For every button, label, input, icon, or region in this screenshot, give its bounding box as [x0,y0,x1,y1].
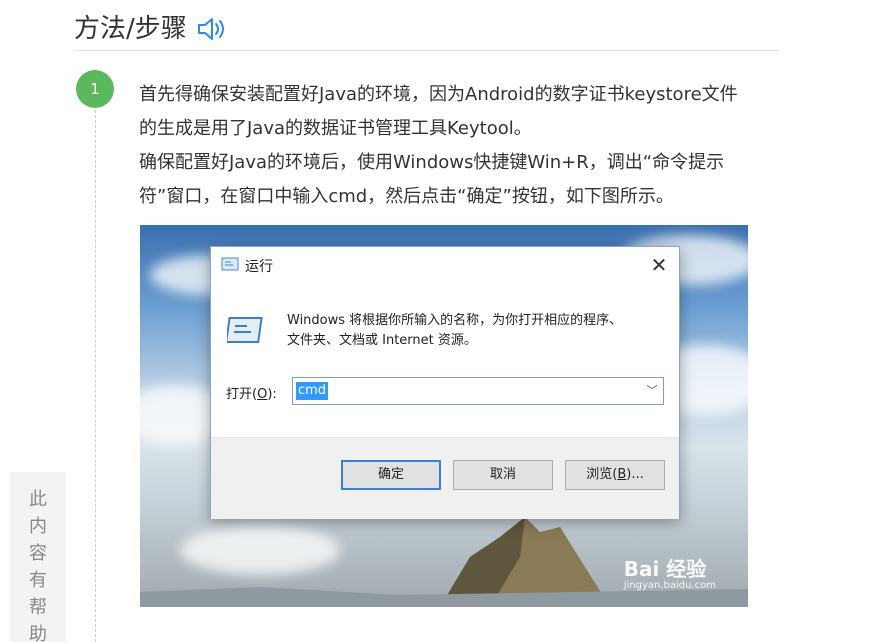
step-text-line: 确保配置好Java的环境后，使用Windows快捷键Win+R，调出“命令提示 [139,152,725,173]
run-app-icon [227,317,263,343]
open-field-label: 打开(O): [226,387,277,402]
step-number-badge: 1 [76,70,114,108]
dialog-title: 运行 [245,259,273,275]
open-input-value[interactable]: cmd [296,382,329,400]
helpful-feedback-label: 此 内 容 有 帮 助 [29,489,47,642]
dialog-titlebar: 运行 ✕ [211,247,679,283]
ok-button[interactable]: 确定 [341,460,441,490]
watermark-url: jingyan.baidu.com [623,580,716,591]
description-line: 文件夹、文档或 Internet 资源。 [287,333,477,348]
baidu-jingyan-watermark: Bai 经验 jingyan.baidu.com [624,553,716,591]
speaker-icon[interactable] [196,14,232,44]
description-line: Windows 将根据你所输入的名称，为你打开相应的程序、 [287,313,623,328]
dialog-button-bar: 确定 取消 浏览(B)... [211,437,679,519]
open-combobox[interactable]: cmd ﹀ [292,377,664,405]
step-text-line: 符”窗口，在窗口中输入cmd，然后点击“确定”按钮，如下图所示。 [139,186,674,207]
browse-button[interactable]: 浏览(B)... [565,460,665,490]
run-app-icon [221,257,239,271]
run-dialog: 运行 ✕ Windows 将根据你所输入的名称，为你打开相应的程序、 文件夹、文… [210,246,680,519]
dialog-description: Windows 将根据你所输入的名称，为你打开相应的程序、 文件夹、文档或 In… [287,311,622,351]
step-text-line: 的生成是用了Java的数据证书管理工具Keytool。 [139,118,532,139]
cancel-button[interactable]: 取消 [453,460,553,490]
step-screenshot: 运行 ✕ Windows 将根据你所输入的名称，为你打开相应的程序、 文件夹、文… [140,225,748,607]
helpful-feedback-tab[interactable]: 此 内 容 有 帮 助 [10,472,66,642]
step-description: 首先得确保安装配置好Java的环境，因为Android的数字证书keystore… [139,78,784,214]
chevron-down-icon[interactable]: ﹀ [645,382,659,400]
step-text-line: 首先得确保安装配置好Java的环境，因为Android的数字证书keystore… [139,84,738,105]
section-title: 方法/步骤 [74,14,187,44]
close-icon[interactable]: ✕ [647,253,671,277]
watermark-logo: Bai 经验 [623,557,707,581]
step-timeline-line [95,110,96,642]
title-divider [74,50,779,51]
